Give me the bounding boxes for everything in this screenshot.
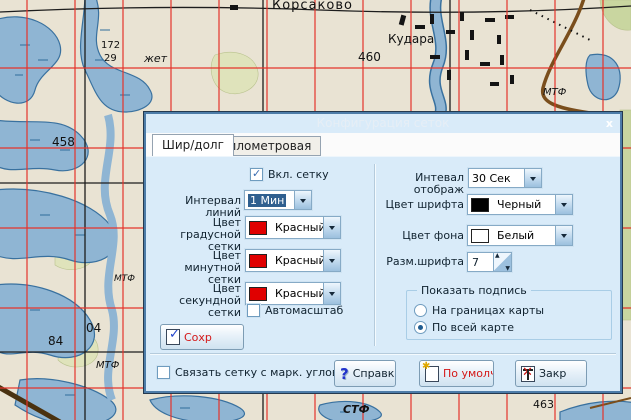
minute-color-combobox[interactable]: Красный bbox=[245, 249, 341, 272]
default-button[interactable]: ✱ По умолч bbox=[419, 360, 494, 387]
degree-color-combobox[interactable]: Красный bbox=[245, 216, 341, 239]
font-size-stepper[interactable]: 7 bbox=[467, 252, 512, 272]
chevron-down-icon[interactable] bbox=[323, 217, 340, 238]
font-size-value: 7 bbox=[468, 256, 493, 269]
map-label: 172 bbox=[101, 40, 120, 51]
bg-color-value: Белый bbox=[494, 229, 555, 242]
interval-combobox[interactable]: 1 Мин bbox=[244, 190, 312, 210]
second-color-label: Цвет секундной сетки bbox=[154, 283, 241, 319]
radio-whole-map-label: По всей карте bbox=[432, 322, 514, 334]
autoscale-label: Автомасштаб bbox=[265, 305, 343, 317]
map-label: МТФ bbox=[114, 274, 135, 284]
enable-grid-checkbox[interactable] bbox=[250, 168, 263, 181]
bg-color-label: Цвет фона bbox=[366, 230, 464, 242]
map-label: 458 bbox=[52, 135, 75, 149]
minute-color-value: Красный bbox=[272, 254, 323, 267]
dialog-titlebar[interactable]: Конфигурация сеток x bbox=[146, 114, 620, 133]
bg-color-combobox[interactable]: Белый bbox=[467, 225, 573, 246]
second-color-value: Красный bbox=[272, 287, 323, 300]
chevron-down-icon[interactable] bbox=[524, 169, 541, 187]
map-label: МТФ bbox=[96, 360, 120, 371]
map-label: МТФ bbox=[543, 87, 567, 98]
interval-value: 1 Мин bbox=[248, 194, 286, 207]
font-color-combobox[interactable]: Черный bbox=[467, 194, 573, 215]
default-button-label: По умолч bbox=[443, 367, 494, 380]
app-screen: Корсаково Кудара 460 458 172 29 жет МТФ … bbox=[0, 0, 631, 420]
link-grid-checkbox[interactable] bbox=[157, 366, 170, 379]
map-label: 463 bbox=[533, 398, 554, 411]
degree-color-value: Красный bbox=[272, 221, 323, 234]
black-color-swatch bbox=[471, 198, 489, 212]
close-window-icon: ✕ bbox=[521, 366, 535, 382]
chevron-down-icon[interactable] bbox=[555, 226, 572, 245]
map-label: Корсаково bbox=[272, 0, 353, 13]
degree-color-label: Цвет градусной сетки bbox=[154, 217, 241, 253]
autoscale-checkbox[interactable] bbox=[247, 304, 260, 317]
second-color-label-line1: Цвет секундной bbox=[154, 283, 241, 307]
font-color-label: Цвет шрифта bbox=[366, 199, 464, 211]
close-button[interactable]: ✕ Закр bbox=[515, 360, 587, 387]
tabstrip: Шир/долг Километровая bbox=[146, 133, 620, 156]
chevron-down-icon[interactable] bbox=[555, 195, 572, 214]
radio-map-borders-label: На границах карты bbox=[432, 305, 544, 317]
display-interval-label: Интевал отображ bbox=[366, 172, 464, 196]
help-button[interactable]: ? Справка bbox=[334, 360, 396, 387]
save-button-label: Сохр bbox=[184, 331, 212, 344]
map-label: СТФ bbox=[343, 403, 370, 416]
grid-configuration-dialog: Конфигурация сеток x Шир/долг Километров… bbox=[144, 112, 622, 393]
chevron-down-icon[interactable] bbox=[323, 250, 340, 271]
spinner-arrows-icon[interactable] bbox=[493, 253, 511, 271]
bottom-divider bbox=[150, 353, 616, 355]
close-button-label: Закр bbox=[539, 367, 566, 380]
chevron-down-icon[interactable] bbox=[294, 191, 311, 209]
red-color-swatch bbox=[249, 254, 267, 268]
degree-color-label-line1: Цвет градусной bbox=[154, 217, 241, 241]
white-color-swatch bbox=[471, 229, 489, 243]
map-label: 29 bbox=[104, 53, 117, 64]
tab-latlon[interactable]: Шир/долг bbox=[152, 134, 234, 156]
map-label: Кудара bbox=[388, 32, 434, 46]
second-color-label-line2: сетки bbox=[154, 307, 241, 319]
radio-map-borders[interactable] bbox=[414, 304, 427, 317]
minute-color-label: Цвет минутной сетки bbox=[154, 250, 241, 286]
chevron-down-icon[interactable] bbox=[323, 283, 340, 304]
minute-color-label-line1: Цвет минутной bbox=[154, 250, 241, 274]
map-label: жет bbox=[143, 52, 168, 65]
dialog-title: Конфигурация сеток bbox=[317, 116, 450, 130]
radio-whole-map[interactable] bbox=[414, 321, 427, 334]
red-color-swatch bbox=[249, 287, 267, 301]
save-button[interactable]: ✓ Сохр bbox=[160, 324, 244, 350]
caption-group-label: Показать подпись bbox=[417, 284, 531, 297]
help-icon: ? bbox=[340, 367, 349, 381]
help-button-label: Справка bbox=[353, 367, 396, 380]
close-icon[interactable]: x bbox=[606, 114, 613, 133]
red-color-swatch bbox=[249, 221, 267, 235]
font-color-value: Черный bbox=[494, 198, 555, 211]
save-icon: ✓ bbox=[166, 329, 180, 345]
map-label: 84 bbox=[48, 334, 63, 348]
display-interval-combobox[interactable]: 30 Сек bbox=[468, 168, 542, 188]
enable-grid-label: Вкл. сетку bbox=[268, 169, 329, 181]
font-size-label: Разм.шрифта bbox=[366, 256, 464, 268]
display-interval-value: 30 Сек bbox=[469, 172, 524, 185]
second-color-combobox[interactable]: Красный bbox=[245, 282, 341, 305]
map-label: 04 bbox=[86, 321, 101, 335]
map-label: 460 bbox=[358, 50, 381, 64]
default-icon: ✱ bbox=[425, 366, 439, 382]
link-grid-label: Связать сетку с марк. углов bbox=[175, 367, 338, 379]
